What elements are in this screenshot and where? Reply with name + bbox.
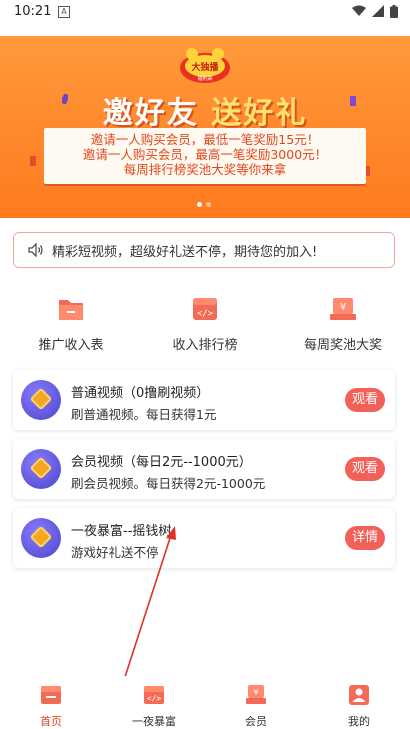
promo-banner[interactable]: 大独播 福利来 邀好友 送好礼 邀请一人购买会员，最低一笔奖励15元！ 邀请一人…: [0, 36, 410, 218]
user-icon: [349, 685, 369, 705]
watch-button[interactable]: 观看: [345, 457, 385, 481]
tab-label: 我的: [348, 715, 370, 728]
home-icon: [41, 686, 61, 704]
banner-card: 邀请一人购买会员，最低一笔奖励15元！ 邀请一人购买会员，最高一笔奖励3000元…: [44, 128, 366, 184]
confetti-icon: [30, 156, 36, 166]
tab-label: 首页: [40, 715, 62, 728]
task-badge-icon: [21, 380, 61, 420]
system-icons: [352, 5, 398, 18]
folder-icon: [59, 300, 83, 320]
status-bar: 10:21 A: [0, 0, 410, 24]
signal-icon: [372, 5, 384, 17]
details-button[interactable]: 详情: [345, 526, 385, 550]
tab-membership[interactable]: ¥ 会员: [216, 684, 296, 729]
task-card-normal-video[interactable]: 普通视频（0撸刷视频） 刷普通视频。每日获得1元 观看: [13, 370, 395, 430]
clock: 10:21: [14, 4, 52, 19]
banner-line: 邀请一人购买会员，最低一笔奖励15元！: [90, 132, 320, 147]
carousel-dots: [197, 202, 211, 207]
bottom-tab-bar: 首页 </> 一夜暴富 ¥ 会员 我的: [0, 676, 410, 728]
quick-action-label: 推广收入表: [38, 338, 104, 353]
banner-line: 每周排行榜奖池大奖等你来拿: [123, 162, 287, 177]
membership-icon: ¥: [246, 685, 266, 704]
task-title: 普通视频（0撸刷视频）: [71, 386, 210, 401]
sim-icon: A: [58, 6, 70, 18]
tab-home[interactable]: 首页: [11, 684, 91, 729]
tab-mine[interactable]: 我的: [319, 684, 399, 729]
notice-bar: 精彩短视频，超级好礼送不停，期待您的加入!: [13, 232, 395, 268]
quick-action-weekly-prize[interactable]: ¥ 每周奖池大奖: [278, 296, 408, 353]
tab-label: 会员: [245, 715, 267, 728]
watch-button[interactable]: 观看: [345, 388, 385, 412]
task-subtitle: 刷普通视频。每日获得1元: [71, 407, 217, 422]
prize-pool-icon: ¥: [330, 298, 356, 320]
svg-text:</>: </>: [147, 694, 162, 703]
svg-text:</>: </>: [197, 309, 214, 319]
banner-headline: 邀好友 送好礼: [0, 88, 410, 132]
task-card-money-tree[interactable]: 一夜暴富--摇钱树 游戏好礼送不停 详情: [13, 508, 395, 568]
battery-icon: [390, 5, 398, 18]
task-card-member-video[interactable]: 会员视频（每日2元--1000元） 刷会员视频。每日获得2元-1000元 观看: [13, 439, 395, 499]
app-logo: 大独播 福利来: [180, 48, 230, 83]
task-title: 一夜暴富--摇钱树: [71, 524, 172, 539]
quick-action-label: 每周奖池大奖: [303, 338, 382, 353]
svg-text:¥: ¥: [253, 688, 258, 697]
quick-action-income-report[interactable]: 推广收入表: [6, 296, 136, 353]
task-badge-icon: [21, 518, 61, 558]
notice-text: 精彩短视频，超级好礼送不停，期待您的加入!: [52, 244, 318, 260]
speaker-icon: [28, 243, 43, 257]
svg-text:¥: ¥: [340, 302, 346, 313]
quick-action-label: 收入排行榜: [172, 338, 238, 353]
logo-subtext: 福利来: [197, 75, 212, 82]
task-badge-icon: [21, 449, 61, 489]
logo-text: 大独播: [191, 61, 219, 73]
tab-label: 一夜暴富: [132, 715, 176, 728]
headline-part1: 邀好友: [102, 96, 199, 131]
quick-action-income-ranking[interactable]: </> 收入排行榜: [140, 296, 270, 353]
carousel-dot-active: [197, 202, 202, 207]
task-subtitle: 游戏好礼送不停: [71, 545, 159, 560]
task-subtitle: 刷会员视频。每日获得2元-1000元: [71, 476, 266, 491]
code-icon: </>: [144, 686, 164, 704]
carousel-dot: [206, 202, 211, 207]
tab-overnight-rich[interactable]: </> 一夜暴富: [114, 684, 194, 729]
headline-part2: 送好礼: [211, 96, 308, 131]
wifi-icon: [352, 5, 366, 16]
task-title: 会员视频（每日2元--1000元）: [71, 455, 252, 470]
banner-line: 邀请一人购买会员，最高一笔奖励3000元！: [82, 147, 328, 162]
ranking-icon: </>: [193, 298, 217, 320]
